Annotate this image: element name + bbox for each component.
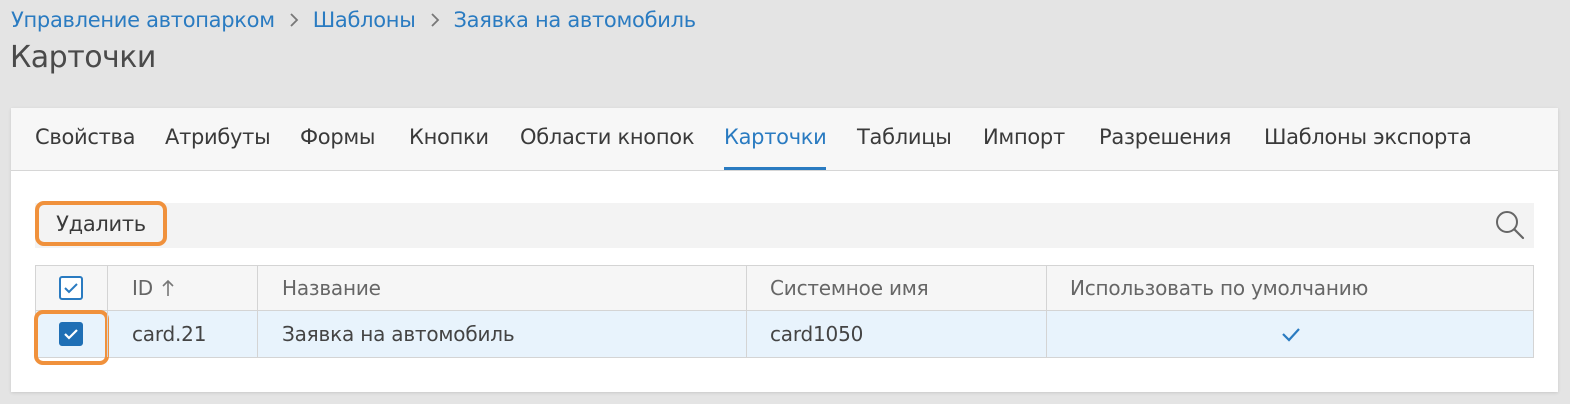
page-title: Карточки (10, 40, 156, 75)
tab-button-areas[interactable]: Области кнопок (520, 108, 695, 169)
column-header-system-name[interactable]: Системное имя (770, 266, 929, 310)
cell-use-default (1281, 311, 1301, 357)
select-all-cell (59, 266, 83, 310)
table-row[interactable]: card.21 Заявка на автомобиль card1050 (34, 310, 1533, 365)
table-header: ID Название Системное имя Использовать п… (36, 266, 1533, 311)
breadcrumb-item-fleet-management[interactable]: Управление автопарком (11, 8, 275, 32)
column-divider (746, 266, 747, 310)
breadcrumb-item-vehicle-request[interactable]: Заявка на автомобиль (454, 8, 697, 32)
column-divider (257, 311, 258, 357)
check-icon (64, 329, 78, 340)
column-divider (107, 266, 108, 310)
column-header-id-label: ID (132, 276, 153, 300)
chevron-right-icon (289, 13, 299, 27)
row-select-cell (59, 311, 83, 357)
tab-permissions[interactable]: Разрешения (1099, 108, 1231, 169)
tab-cards[interactable]: Карточки (724, 108, 827, 170)
cards-table: ID Название Системное имя Использовать п… (34, 265, 1534, 365)
column-divider (1046, 311, 1047, 357)
column-header-name[interactable]: Название (282, 266, 381, 310)
column-header-use-default[interactable]: Использовать по умолчанию (1070, 266, 1368, 310)
tab-import[interactable]: Импорт (983, 108, 1065, 169)
tab-forms[interactable]: Формы (300, 108, 375, 169)
delete-button[interactable]: Удалить (35, 201, 167, 246)
column-divider (746, 311, 747, 357)
chevron-right-icon (430, 13, 440, 27)
content-panel: Свойства Атрибуты Формы Кнопки Области к… (11, 108, 1558, 392)
toolbar: Удалить (35, 201, 1534, 248)
column-divider (107, 311, 108, 357)
checkmark-icon (1282, 328, 1300, 342)
breadcrumb: Управление автопарком Шаблоны Заявка на … (11, 8, 696, 32)
tab-bar: Свойства Атрибуты Формы Кнопки Области к… (11, 108, 1558, 171)
search-icon[interactable] (1494, 209, 1526, 241)
tab-attributes[interactable]: Атрибуты (165, 108, 271, 169)
row-checkbox[interactable] (59, 322, 83, 346)
cell-name: Заявка на автомобиль (282, 322, 515, 346)
sort-ascending-icon (161, 279, 175, 297)
column-divider (257, 266, 258, 310)
tab-properties[interactable]: Свойства (35, 108, 135, 169)
tab-export-templates[interactable]: Шаблоны экспорта (1264, 108, 1472, 169)
check-icon (64, 283, 78, 294)
breadcrumb-item-templates[interactable]: Шаблоны (313, 8, 416, 32)
tab-tables[interactable]: Таблицы (857, 108, 952, 169)
select-all-checkbox[interactable] (59, 276, 83, 300)
cell-system-name: card1050 (770, 322, 864, 346)
column-header-id[interactable]: ID (132, 266, 175, 310)
column-divider (1046, 266, 1047, 310)
cell-id: card.21 (132, 322, 207, 346)
tab-buttons[interactable]: Кнопки (409, 108, 489, 169)
